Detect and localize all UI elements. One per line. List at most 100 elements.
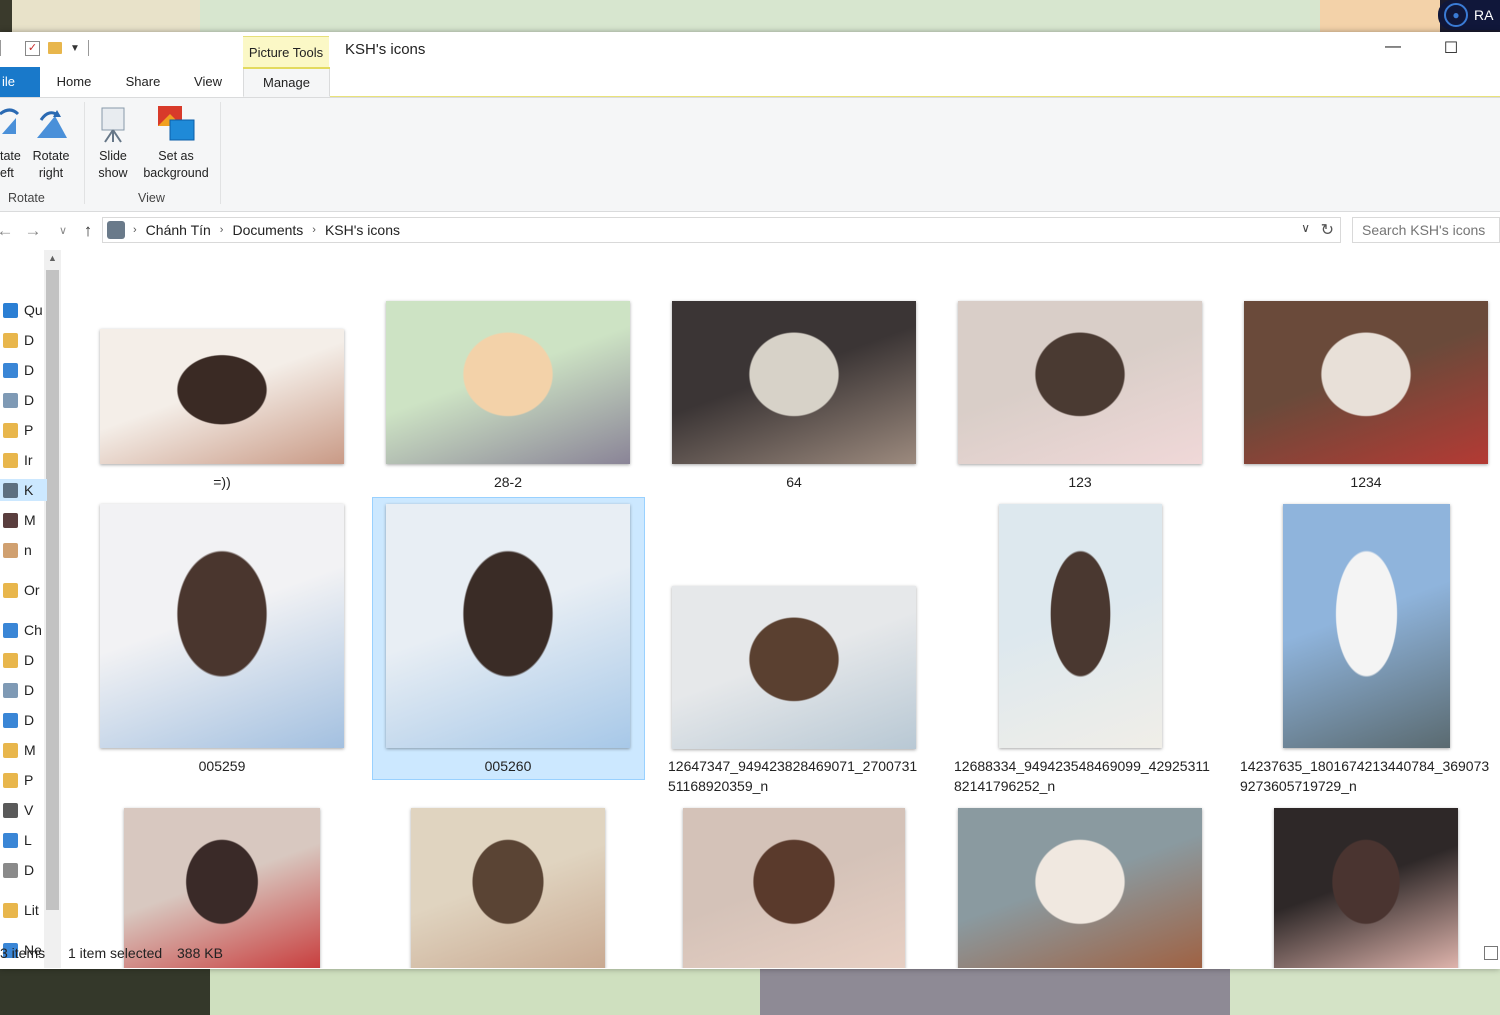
status-size: 388 KB: [177, 945, 223, 961]
up-arrow-icon[interactable]: ↑: [77, 221, 99, 241]
pictures-folder-icon: [3, 772, 18, 788]
nav-item[interactable]: D: [3, 359, 34, 381]
file-name-label: 123: [1068, 474, 1092, 490]
back-arrow-icon[interactable]: ←: [0, 221, 16, 241]
address-dropdown-chevron-icon[interactable]: ∨: [1301, 221, 1310, 235]
custom-folder-icon: [3, 542, 18, 558]
nav-item[interactable]: Lit: [3, 899, 39, 921]
breadcrumb-chevron-icon[interactable]: ›: [220, 224, 224, 236]
tab-home[interactable]: Home: [48, 67, 100, 97]
pictures-folder-icon: [3, 422, 18, 438]
maximize-button[interactable]: ☐: [1431, 38, 1471, 58]
image-thumbnail[interactable]: [100, 329, 344, 464]
nav-item[interactable]: M: [3, 509, 36, 531]
nav-item-label: Ir: [24, 452, 33, 468]
nav-item[interactable]: K: [0, 479, 47, 501]
navigation-pane-scrollbar[interactable]: ▲: [44, 250, 61, 968]
address-bar[interactable]: › Chánh Tín › Documents › KSH's icons ∨ …: [102, 217, 1341, 243]
user-badge[interactable]: ● RA: [1438, 0, 1500, 30]
nav-item[interactable]: D: [3, 679, 34, 701]
nav-item-label: Ch: [24, 622, 42, 638]
desktop-wallpaper-top: [0, 0, 1500, 32]
image-thumbnail[interactable]: [1244, 301, 1488, 464]
tab-manage[interactable]: Manage: [243, 67, 330, 97]
rotate-right-button[interactable]: Rotate right: [28, 104, 74, 182]
nav-item[interactable]: L: [3, 829, 32, 851]
nav-item[interactable]: Ir: [3, 449, 33, 471]
nav-item[interactable]: Qu: [3, 299, 43, 321]
nav-item[interactable]: D: [3, 649, 34, 671]
nav-item[interactable]: D: [3, 329, 34, 351]
slide-show-button[interactable]: Slide show: [92, 104, 134, 182]
nav-item-label: D: [24, 362, 35, 378]
nav-item-label: D: [24, 652, 35, 668]
image-thumbnail[interactable]: [1274, 808, 1458, 968]
scrollbar-thumb[interactable]: [46, 270, 59, 910]
nav-item[interactable]: D: [3, 389, 34, 411]
breadcrumb-item[interactable]: Chánh Tín: [146, 222, 211, 238]
nav-item[interactable]: Ch: [3, 619, 42, 641]
nav-item-label: M: [24, 742, 36, 758]
slide-show-icon: [93, 104, 133, 144]
download-folder-icon: [3, 362, 18, 378]
nav-item[interactable]: P: [3, 419, 33, 441]
customize-qat-chevron-icon[interactable]: ▼: [70, 43, 80, 54]
image-thumbnail[interactable]: [124, 808, 320, 968]
nav-item-label: D: [24, 392, 35, 408]
file-name-label: 28-2: [493, 474, 523, 490]
rotate-left-icon: [0, 104, 24, 144]
nav-item[interactable]: D: [3, 859, 34, 881]
rotate-right-label: Rotate right: [32, 149, 70, 180]
nav-item-label: L: [24, 832, 32, 848]
recent-locations-chevron-icon[interactable]: ∨: [52, 224, 74, 237]
details-view-icon[interactable]: [1484, 946, 1498, 960]
image-thumbnail[interactable]: [386, 504, 630, 748]
image-thumbnail[interactable]: [411, 808, 605, 968]
nav-item[interactable]: M: [3, 739, 36, 761]
refresh-icon[interactable]: ↻: [1321, 220, 1334, 240]
breadcrumb-item[interactable]: KSH's icons: [325, 222, 400, 238]
nav-item[interactable]: n: [3, 539, 32, 561]
nav-item[interactable]: V: [3, 799, 33, 821]
tab-file[interactable]: ile: [0, 67, 40, 97]
window-title: KSH's icons: [345, 41, 426, 58]
qat-divider: [0, 40, 1, 56]
nav-item[interactable]: Or: [3, 579, 40, 601]
file-name-label: 14237635_1801674213440784_36907392736057…: [1240, 758, 1490, 794]
image-thumbnail[interactable]: [1282, 504, 1450, 748]
set-background-icon: [156, 104, 196, 144]
image-thumbnail[interactable]: [998, 504, 1162, 748]
properties-icon[interactable]: ✓: [25, 40, 40, 56]
nav-item-label: n: [24, 542, 32, 558]
videos-folder-icon: [3, 802, 18, 818]
nav-item-label: D: [24, 862, 35, 878]
tab-share[interactable]: Share: [117, 67, 169, 97]
image-thumbnail[interactable]: [958, 808, 1202, 968]
nav-item-label: K: [24, 482, 34, 498]
document-folder-icon: [3, 392, 18, 408]
qat-divider: [87, 40, 89, 56]
scroll-up-arrow-icon[interactable]: ▲: [44, 250, 61, 267]
breadcrumb-item[interactable]: Documents: [232, 222, 303, 238]
image-thumbnail[interactable]: [386, 301, 630, 464]
search-input[interactable]: [1352, 217, 1500, 243]
breadcrumb-chevron-icon[interactable]: ›: [133, 224, 137, 236]
image-thumbnail[interactable]: [100, 504, 344, 748]
breadcrumb-chevron-icon[interactable]: ›: [312, 224, 316, 236]
minimize-button[interactable]: —: [1373, 38, 1413, 56]
nav-item-label: Or: [24, 582, 40, 598]
new-folder-icon[interactable]: [48, 42, 62, 54]
image-thumbnail[interactable]: [683, 808, 905, 968]
image-thumbnail[interactable]: [958, 301, 1202, 464]
forward-arrow-icon[interactable]: →: [22, 221, 44, 241]
picture-tools-context-label: Picture Tools: [243, 36, 329, 68]
tab-view[interactable]: View: [184, 67, 232, 97]
file-name-label: 005260: [484, 758, 532, 774]
nav-item[interactable]: D: [3, 709, 34, 731]
image-thumbnail[interactable]: [672, 301, 916, 464]
rotate-left-button[interactable]: tate eft: [0, 104, 24, 182]
file-view: =)) 28-2 64 123 1234 005259 005260 12647347_949…: [64, 250, 1500, 968]
image-thumbnail[interactable]: [672, 586, 916, 749]
nav-item[interactable]: P: [3, 769, 33, 791]
set-as-background-button[interactable]: Set as background: [140, 104, 212, 182]
